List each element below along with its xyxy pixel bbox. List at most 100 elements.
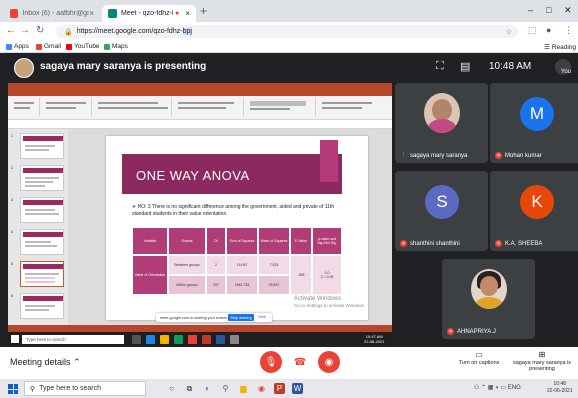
participant-tile[interactable]: ✕ AHNAPRIYA.J — [442, 259, 535, 339]
participant-tile[interactable]: S ✕ shanthini shanthini — [395, 171, 488, 251]
app-icon — [230, 335, 239, 344]
people-icon[interactable]: ⚇ — [474, 385, 479, 391]
cortana-icon[interactable]: ○ — [166, 383, 177, 394]
maps-icon — [104, 43, 110, 50]
forward-icon[interactable]: → — [20, 25, 30, 36]
edge-icon — [146, 335, 155, 344]
participant-photo — [424, 93, 460, 133]
close-icon[interactable]: × — [89, 9, 94, 18]
camera-toggle-button[interactable]: ◉ — [318, 351, 340, 373]
meet-icon — [108, 9, 117, 18]
close-icon[interactable]: × — [185, 9, 190, 18]
ppt-status-bar — [8, 325, 392, 332]
slide-thumbnail-selected[interactable] — [20, 261, 64, 287]
task-view-icon[interactable]: ⧉ — [184, 383, 195, 394]
slide-thumbnail[interactable] — [20, 197, 64, 223]
mic-off-icon: ✕ — [400, 240, 407, 247]
participant-tile[interactable]: K ✕ K.A. SHEEBA — [490, 171, 578, 251]
chat-icon[interactable]: ▤ — [460, 60, 470, 73]
mic-off-icon: ✕ — [447, 328, 454, 335]
url-selected-text: bpj — [182, 28, 192, 35]
bookmark-maps[interactable]: Maps — [104, 43, 128, 50]
network-icon[interactable]: ▦ — [488, 385, 494, 391]
profile-icon[interactable]: ● — [546, 25, 551, 35]
apps-icon — [6, 43, 12, 50]
bookmarks-bar: Apps Gmail YouTube Maps ☰ Reading — [0, 40, 578, 53]
captions-button[interactable]: ▭ Turn on captions — [451, 350, 507, 366]
present-icon: ⊞ — [538, 350, 546, 359]
table-cell: Within groups — [168, 275, 206, 295]
camera-off-icon: ◉ — [324, 356, 334, 368]
edge-icon[interactable]: ◐ — [202, 383, 213, 394]
battery-icon[interactable]: ▭ — [500, 385, 506, 391]
mic-off-icon: ✕ — [495, 152, 502, 159]
leave-call-button[interactable]: ☎ — [289, 351, 311, 373]
bookmark-apps[interactable]: Apps — [6, 43, 29, 50]
ppt-quick-bar — [8, 120, 392, 129]
maximize-icon[interactable]: □ — [546, 5, 551, 15]
slide-title: ONE WAY ANOVA — [136, 168, 250, 183]
shared-taskbar: Type here to search 10:47 AM 22-06-2021 — [8, 332, 392, 347]
table-cell: 25.897 — [258, 275, 290, 295]
word-icon[interactable]: W — [292, 383, 303, 394]
chrome-icon[interactable]: ◉ — [256, 383, 267, 394]
layout-icon[interactable]: ⛶ — [436, 60, 444, 73]
browser-toolbar: ← → ↻ 🔒 https://meet.google.com/qzo-fdhz… — [0, 22, 578, 40]
search-icon: ⚲ — [30, 385, 36, 393]
slide-thumbnail[interactable] — [20, 229, 64, 255]
task-view-icon — [132, 335, 141, 344]
powerpoint-icon[interactable]: P — [274, 383, 285, 394]
slide-thumbnail[interactable] — [20, 165, 64, 191]
shared-clock: 10:47 AM 22-06-2021 — [364, 334, 385, 344]
stop-sharing-button[interactable]: Stop sharing — [228, 314, 254, 321]
reading-list-icon: ☰ — [544, 44, 550, 51]
table-header: p-value and Sig./Not Sig. — [312, 227, 342, 255]
back-icon[interactable]: ← — [6, 25, 16, 36]
tab-label: Inbox (6) - aafbhr@gmail.com — [22, 10, 89, 17]
table-cell: .298 — [290, 255, 312, 295]
recording-dot-icon: ● — [175, 10, 180, 17]
captions-icon: ▭ — [475, 350, 483, 359]
taskbar-search-input[interactable]: ⚲ Type here to search — [24, 381, 146, 396]
table-header: Source — [168, 227, 206, 255]
meeting-details-button[interactable]: Meeting details ⌃ — [10, 357, 81, 368]
microphone-toggle-button[interactable]: 🎙 — [260, 351, 282, 373]
table-header: Df — [206, 227, 226, 255]
start-icon — [11, 335, 19, 343]
chevron-up-icon[interactable]: ⌃ — [481, 385, 486, 391]
youtube-icon — [66, 43, 72, 50]
reload-icon[interactable]: ↻ — [36, 25, 44, 36]
gmail-icon — [36, 43, 42, 50]
participant-tile[interactable]: ⦙ sagaya mary saranya — [395, 83, 488, 163]
file-explorer-icon[interactable]: ▆ — [238, 383, 249, 394]
table-header: Variable — [132, 227, 168, 255]
slide-thumbnail[interactable] — [20, 133, 64, 159]
volume-icon[interactable]: ◖ — [495, 385, 499, 391]
activation-watermark-sub: Go to Settings to activate Windows. — [294, 303, 366, 308]
present-now-button[interactable]: ⊞ sagaya mary saranya is presenting — [512, 350, 572, 372]
bookmark-gmail[interactable]: Gmail — [36, 43, 61, 50]
extensions-icon[interactable]: ⬚ — [528, 25, 537, 36]
language-indicator[interactable]: ENG — [508, 385, 521, 391]
self-avatar[interactable]: You — [555, 59, 571, 75]
table-row-label: Value of Orientation — [132, 255, 168, 295]
system-clock[interactable]: 10:48 22-06-2021 — [547, 381, 573, 395]
search-app-icon[interactable]: ⚲ — [220, 383, 231, 394]
new-tab-button[interactable]: + — [200, 4, 207, 18]
tab-gmail[interactable]: Inbox (6) - aafbhr@gmail.com × — [4, 5, 100, 22]
shared-search-box: Type here to search — [22, 335, 124, 344]
windows-start-icon[interactable] — [8, 384, 18, 394]
hide-button[interactable]: Hide — [258, 315, 266, 319]
star-icon[interactable]: ☆ — [506, 28, 512, 36]
tab-meet[interactable]: Meet - qzo-fdhz-bpj ● × — [102, 5, 196, 22]
participant-tile[interactable]: M ✕ Mohan kumar — [490, 83, 578, 163]
bookmark-youtube[interactable]: YouTube — [66, 43, 100, 50]
slide-thumbnail[interactable] — [20, 293, 64, 319]
window-close-icon[interactable]: ✕ — [564, 5, 572, 16]
address-bar[interactable]: 🔒 https://meet.google.com/qzo-fdhz-bpj ☆ — [56, 25, 518, 38]
mic-off-icon: ✕ — [495, 240, 502, 247]
reading-list[interactable]: ☰ Reading — [544, 43, 576, 52]
menu-icon[interactable]: ⋮ — [564, 25, 573, 36]
minimize-icon[interactable]: – — [528, 5, 533, 15]
table-cell: 0.0 2 > 0.05 — [312, 255, 342, 295]
